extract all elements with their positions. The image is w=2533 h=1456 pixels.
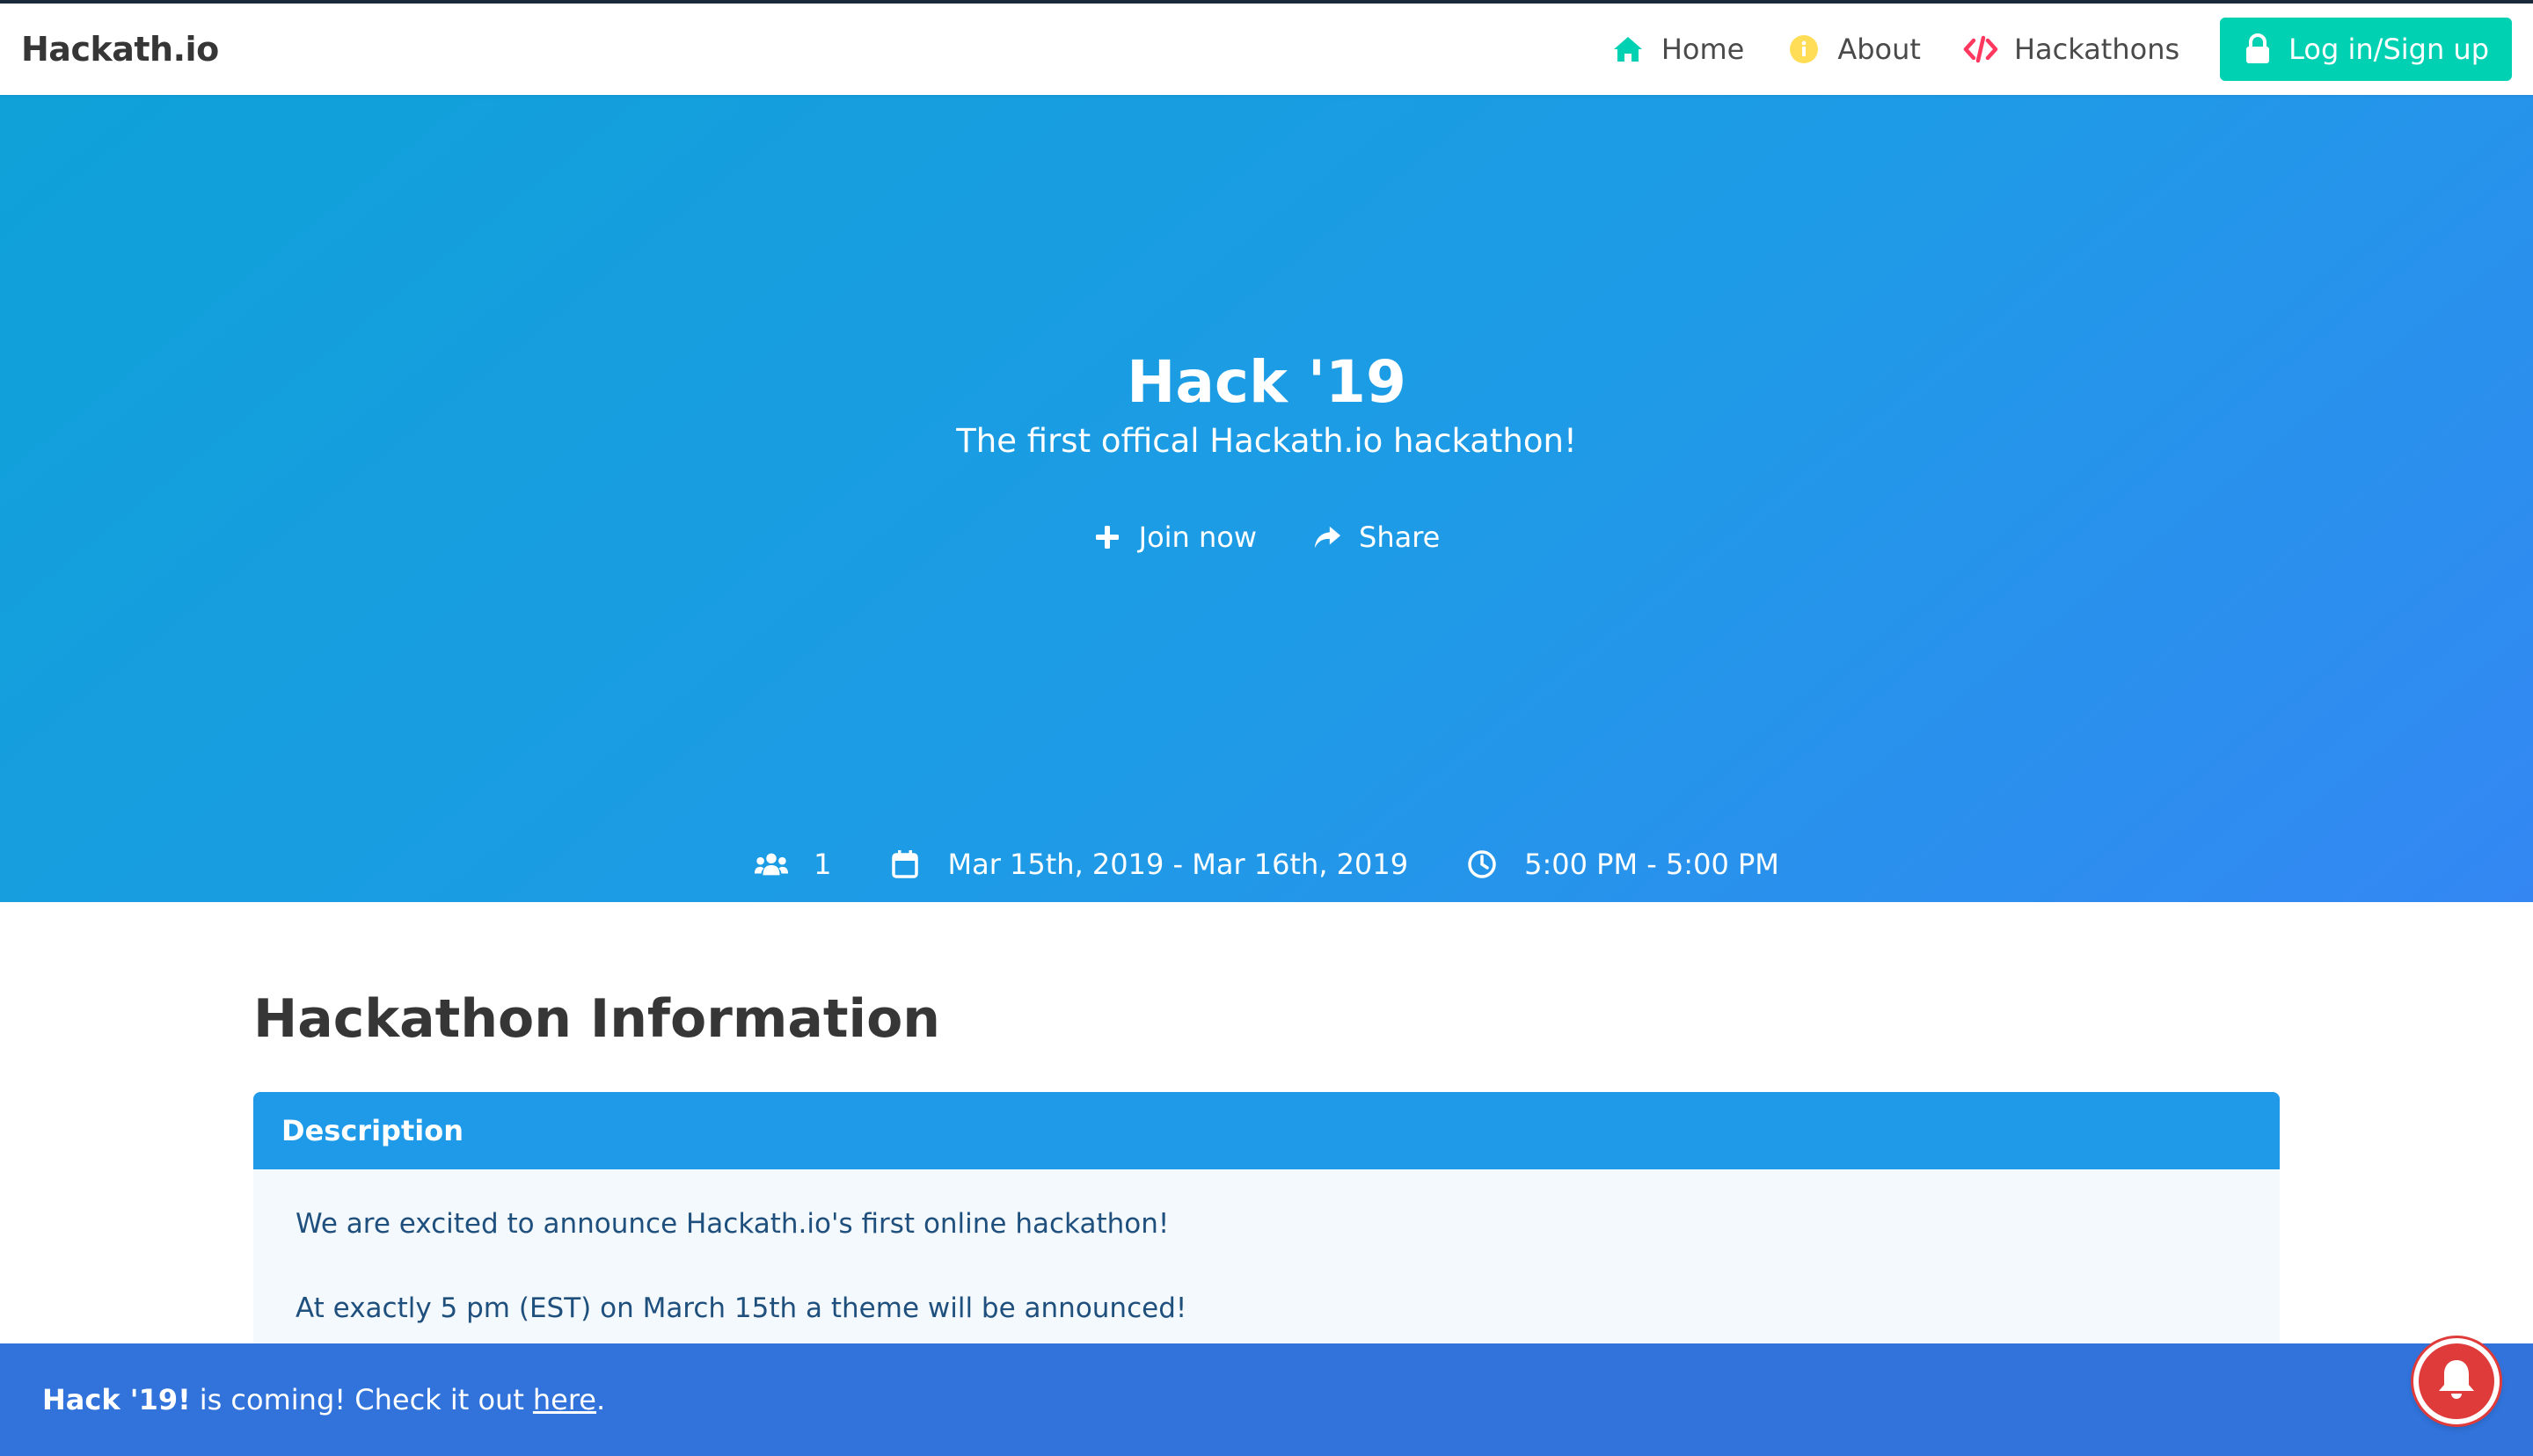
info-icon <box>1786 32 1821 67</box>
nav-item-hackathons[interactable]: Hackathons <box>1963 32 2179 67</box>
hackathon-subtitle: The first offical Hackath.io hackathon! <box>956 422 1577 460</box>
plus-icon <box>1093 521 1121 553</box>
nav-item-home[interactable]: Home <box>1610 32 1745 67</box>
share-button[interactable]: Share <box>1313 521 1440 554</box>
notification-banner: Hack '19! is coming! Check it out here . <box>0 1343 2533 1456</box>
notification-bell-button[interactable] <box>2413 1338 2500 1424</box>
notice-link[interactable]: here <box>533 1383 596 1416</box>
login-signup-button[interactable]: Log in/Sign up <box>2220 18 2512 81</box>
join-now-label: Join now <box>1138 521 1258 554</box>
lock-icon <box>2243 32 2273 67</box>
navbar: Hackath.io Home About Hackathons Log in/… <box>0 0 2533 95</box>
login-label: Log in/Sign up <box>2288 33 2489 66</box>
users-icon <box>754 848 789 880</box>
participants-count: 1 <box>814 848 832 881</box>
home-icon <box>1610 32 1646 67</box>
nav-menu: Home About Hackathons Log in/Sign up <box>1568 18 2512 81</box>
nav-item-label: Hackathons <box>2013 33 2180 66</box>
description-paragraph: We are excited to announce Hackath.io's … <box>296 1208 1170 1240</box>
section-title: Hackathon Information <box>253 988 941 1050</box>
hackathon-times: 5:00 PM - 5:00 PM <box>1524 848 1779 881</box>
description-paragraph: At exactly 5 pm (EST) on March 15th a th… <box>296 1292 1187 1324</box>
share-icon <box>1313 521 1341 553</box>
participants-stat: 1 <box>754 848 831 881</box>
nav-item-label: Home <box>1661 33 1745 66</box>
card-header: Description <box>253 1092 2280 1169</box>
join-now-button[interactable]: Join now <box>1093 521 1257 554</box>
calendar-icon <box>887 848 923 880</box>
brand-logo[interactable]: Hackath.io <box>21 30 219 69</box>
times-stat: 5:00 PM - 5:00 PM <box>1464 848 1779 881</box>
nav-item-label: About <box>1837 33 1921 66</box>
bell-icon <box>2435 1357 2478 1406</box>
nav-item-about[interactable]: About <box>1786 32 1921 67</box>
code-icon <box>1963 32 1998 67</box>
hackathon-stats: 1 Mar 15th, 2019 - Mar 16th, 2019 5:00 P… <box>0 848 2533 881</box>
hackathon-dates: Mar 15th, 2019 - Mar 16th, 2019 <box>947 848 1409 881</box>
notice-text: is coming! Check it out <box>199 1383 524 1416</box>
hero-actions: Join now Share <box>0 521 2533 554</box>
share-label: Share <box>1359 521 1441 554</box>
clock-icon <box>1464 848 1500 880</box>
notice-highlight: Hack '19! <box>42 1383 191 1416</box>
hero-banner: Hack '19 The first offical Hackath.io ha… <box>0 95 2533 902</box>
hackathon-title: Hack '19 <box>1127 348 1406 416</box>
dates-stat: Mar 15th, 2019 - Mar 16th, 2019 <box>887 848 1408 881</box>
notice-suffix: . <box>595 1383 606 1416</box>
